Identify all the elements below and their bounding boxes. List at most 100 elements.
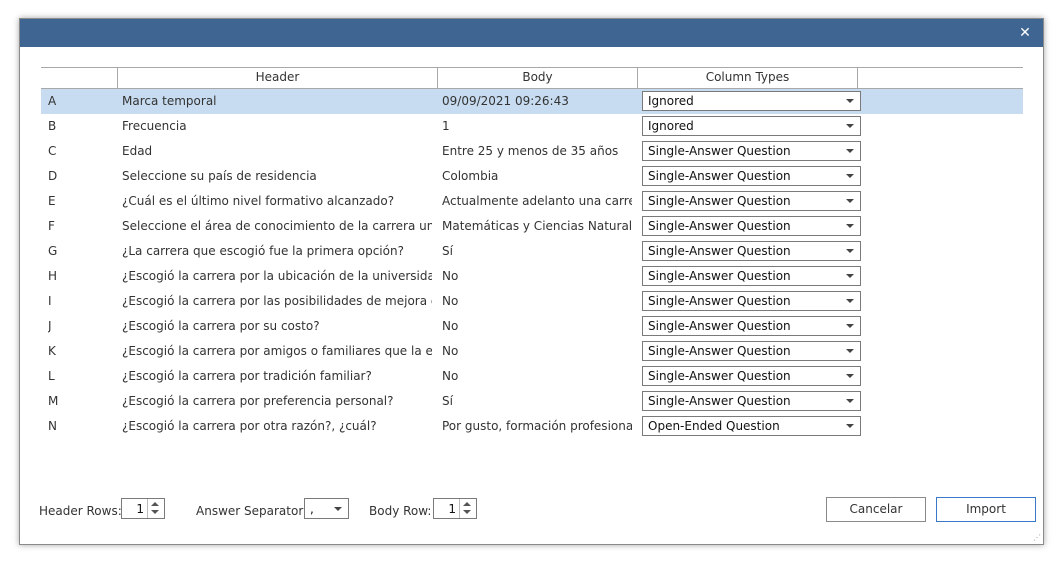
body-row-label: Body Row: bbox=[369, 504, 432, 518]
column-header-types[interactable]: Column Types bbox=[637, 68, 857, 88]
column-type-value: Single-Answer Question bbox=[648, 194, 791, 208]
columns-grid: Header Body Column Types A Marca temporal… bbox=[41, 67, 1023, 439]
chevron-down-icon[interactable] bbox=[846, 349, 854, 353]
chevron-down-icon[interactable] bbox=[846, 324, 854, 328]
grid-rows: A Marca temporal 09/09/2021 09:26:43 Ignore… bbox=[41, 89, 1023, 439]
chevron-down-icon[interactable] bbox=[846, 274, 854, 278]
table-row[interactable]: D Seleccione su país de residencia Colombi… bbox=[41, 164, 1023, 189]
row-letter: H bbox=[48, 269, 58, 283]
row-letter: G bbox=[48, 244, 58, 258]
row-body-text: No bbox=[442, 319, 459, 333]
header-rows-stepper[interactable]: 1 bbox=[121, 498, 165, 519]
body-row-spin-buttons[interactable] bbox=[459, 499, 476, 518]
row-header-text: ¿Escogió la carrera por otra razón?, ¿cu… bbox=[122, 419, 377, 433]
resize-grip-icon[interactable]: ⋰ bbox=[1033, 534, 1041, 542]
chevron-down-icon[interactable] bbox=[846, 174, 854, 178]
row-letter: F bbox=[48, 219, 55, 233]
chevron-down-icon[interactable] bbox=[846, 374, 854, 378]
row-letter: M bbox=[48, 394, 59, 408]
chevron-down-icon[interactable] bbox=[846, 99, 854, 103]
row-header-text: ¿Escogió la carrera por preferencia pers… bbox=[122, 394, 394, 408]
row-letter: N bbox=[48, 419, 57, 433]
chevron-down-icon[interactable] bbox=[846, 249, 854, 253]
import-button[interactable]: Import bbox=[936, 497, 1036, 522]
column-type-select[interactable]: Ignored bbox=[642, 91, 861, 111]
column-type-select[interactable]: Ignored bbox=[642, 116, 861, 136]
column-type-select[interactable]: Single-Answer Question bbox=[642, 216, 861, 236]
table-row[interactable]: B Frecuencia 1 Ignored bbox=[41, 114, 1023, 139]
column-type-value: Single-Answer Question bbox=[648, 244, 791, 258]
row-header-text: Marca temporal bbox=[122, 94, 217, 108]
header-rows-spin-buttons[interactable] bbox=[147, 499, 164, 518]
column-type-value: Single-Answer Question bbox=[648, 219, 791, 233]
table-row[interactable]: F Seleccione el área de conocimiento de l… bbox=[41, 214, 1023, 239]
chevron-down-icon[interactable] bbox=[846, 199, 854, 203]
row-letter: C bbox=[48, 144, 57, 158]
answer-separator-label: Answer Separator: bbox=[196, 504, 308, 518]
body-row-stepper[interactable]: 1 bbox=[433, 498, 477, 519]
row-letter: D bbox=[48, 169, 58, 183]
column-type-select[interactable]: Single-Answer Question bbox=[642, 391, 861, 411]
column-header-header[interactable]: Header bbox=[117, 68, 437, 88]
spin-down-icon[interactable] bbox=[463, 510, 471, 514]
body-row-value: 1 bbox=[448, 502, 456, 516]
chevron-down-icon[interactable] bbox=[846, 124, 854, 128]
spin-up-icon[interactable] bbox=[463, 502, 471, 506]
column-header-body[interactable]: Body bbox=[437, 68, 637, 88]
column-type-select[interactable]: Single-Answer Question bbox=[642, 166, 861, 186]
column-type-value: Single-Answer Question bbox=[648, 169, 791, 183]
column-type-select[interactable]: Single-Answer Question bbox=[642, 241, 861, 261]
table-row[interactable]: C Edad Entre 25 y menos de 35 años Single-A… bbox=[41, 139, 1023, 164]
row-letter: L bbox=[48, 369, 55, 383]
column-type-select[interactable]: Single-Answer Question bbox=[642, 366, 861, 386]
close-icon[interactable]: ✕ bbox=[1015, 23, 1035, 43]
chevron-down-icon[interactable] bbox=[846, 299, 854, 303]
cancel-button[interactable]: Cancelar bbox=[826, 497, 926, 522]
row-letter: E bbox=[48, 194, 56, 208]
header-rows-label: Header Rows: bbox=[39, 504, 122, 518]
column-type-select[interactable]: Single-Answer Question bbox=[642, 141, 861, 161]
title-bar[interactable]: ✕ bbox=[20, 19, 1043, 47]
row-header-text: Frecuencia bbox=[122, 119, 187, 133]
spin-down-icon[interactable] bbox=[151, 510, 159, 514]
row-letter: A bbox=[48, 94, 57, 108]
table-row[interactable]: H ¿Escogió la carrera por la ubicación de… bbox=[41, 264, 1023, 289]
column-type-select[interactable]: Single-Answer Question bbox=[642, 291, 861, 311]
column-type-select[interactable]: Single-Answer Question bbox=[642, 341, 861, 361]
chevron-down-icon[interactable] bbox=[846, 224, 854, 228]
column-type-value: Single-Answer Question bbox=[648, 269, 791, 283]
row-header-text: ¿Escogió la carrera por su costo? bbox=[122, 319, 320, 333]
table-row[interactable]: L ¿Escogió la carrera por tradición famil… bbox=[41, 364, 1023, 389]
column-type-select[interactable]: Single-Answer Question bbox=[642, 191, 861, 211]
dialog-footer: Header Rows: 1 Answer Separator: , Body … bbox=[20, 497, 1043, 527]
table-row[interactable]: N ¿Escogió la carrera por otra razón?, ¿c… bbox=[41, 414, 1023, 439]
row-letter: I bbox=[48, 294, 52, 308]
table-row[interactable]: J ¿Escogió la carrera por su costo? No Sing… bbox=[41, 314, 1023, 339]
column-type-select[interactable]: Open-Ended Question bbox=[642, 416, 861, 436]
row-body-text: Entre 25 y menos de 35 años bbox=[442, 144, 619, 158]
row-body-text: Colombia bbox=[442, 169, 499, 183]
chevron-down-icon[interactable] bbox=[846, 399, 854, 403]
row-header-text: Seleccione su país de residencia bbox=[122, 169, 317, 183]
table-row[interactable]: A Marca temporal 09/09/2021 09:26:43 Ignore… bbox=[41, 89, 1023, 114]
column-type-value: Single-Answer Question bbox=[648, 144, 791, 158]
chevron-down-icon[interactable] bbox=[334, 507, 342, 511]
column-type-value: Ignored bbox=[648, 94, 694, 108]
row-body-text: Por gusto, formación profesional y c bbox=[442, 419, 632, 433]
chevron-down-icon[interactable] bbox=[846, 424, 854, 428]
table-row[interactable]: G ¿La carrera que escogió fue la primera … bbox=[41, 239, 1023, 264]
chevron-down-icon[interactable] bbox=[846, 149, 854, 153]
column-type-value: Single-Answer Question bbox=[648, 344, 791, 358]
spin-up-icon[interactable] bbox=[151, 502, 159, 506]
row-header-text: ¿La carrera que escogió fue la primera o… bbox=[122, 244, 404, 258]
table-row[interactable]: M ¿Escogió la carrera por preferencia per… bbox=[41, 389, 1023, 414]
column-type-select[interactable]: Single-Answer Question bbox=[642, 266, 861, 286]
table-row[interactable]: I ¿Escogió la carrera por las posibilidad… bbox=[41, 289, 1023, 314]
column-type-select[interactable]: Single-Answer Question bbox=[642, 316, 861, 336]
row-body-text: 09/09/2021 09:26:43 bbox=[442, 94, 569, 108]
table-row[interactable]: K ¿Escogió la carrera por amigos o famili… bbox=[41, 339, 1023, 364]
table-row[interactable]: E ¿Cuál es el último nivel formativo alca… bbox=[41, 189, 1023, 214]
row-body-text: No bbox=[442, 369, 459, 383]
row-header-text: ¿Cuál es el último nivel formativo alcan… bbox=[122, 194, 395, 208]
answer-separator-select[interactable]: , bbox=[304, 498, 349, 519]
